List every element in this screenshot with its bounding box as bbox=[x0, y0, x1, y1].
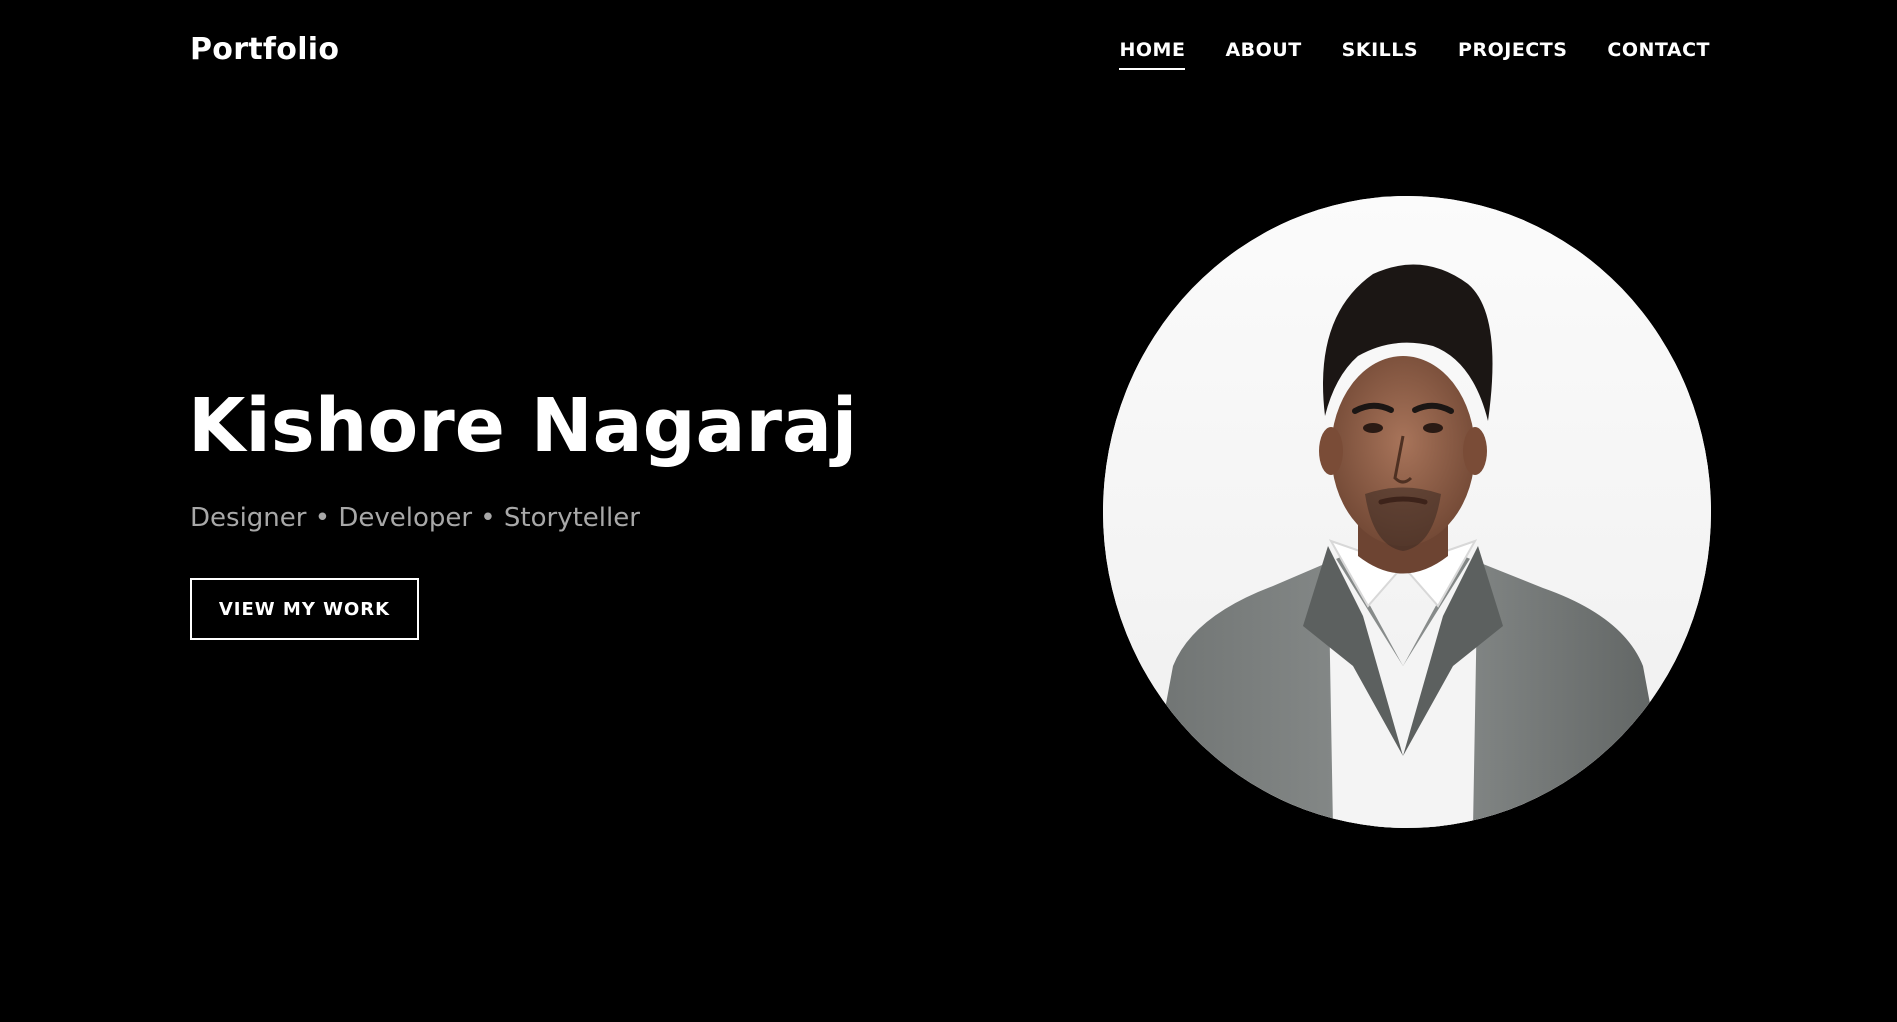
profile-photo-icon bbox=[1103, 196, 1711, 828]
profile-photo bbox=[1103, 196, 1711, 828]
nav-item-skills[interactable]: SKILLS bbox=[1342, 36, 1418, 70]
nav-item-projects[interactable]: PROJECTS bbox=[1458, 36, 1567, 70]
hero-tagline: Designer • Developer • Storyteller bbox=[190, 503, 640, 533]
nav-item-contact[interactable]: CONTACT bbox=[1607, 36, 1710, 70]
nav-item-home[interactable]: HOME bbox=[1119, 36, 1186, 70]
view-my-work-button[interactable]: VIEW MY WORK bbox=[190, 578, 419, 640]
main-nav: HOME ABOUT SKILLS PROJECTS CONTACT bbox=[1119, 36, 1710, 70]
nav-item-about[interactable]: ABOUT bbox=[1225, 36, 1301, 70]
hero-name: Kishore Nagaraj bbox=[188, 383, 858, 469]
brand-logo[interactable]: Portfolio bbox=[190, 30, 339, 70]
